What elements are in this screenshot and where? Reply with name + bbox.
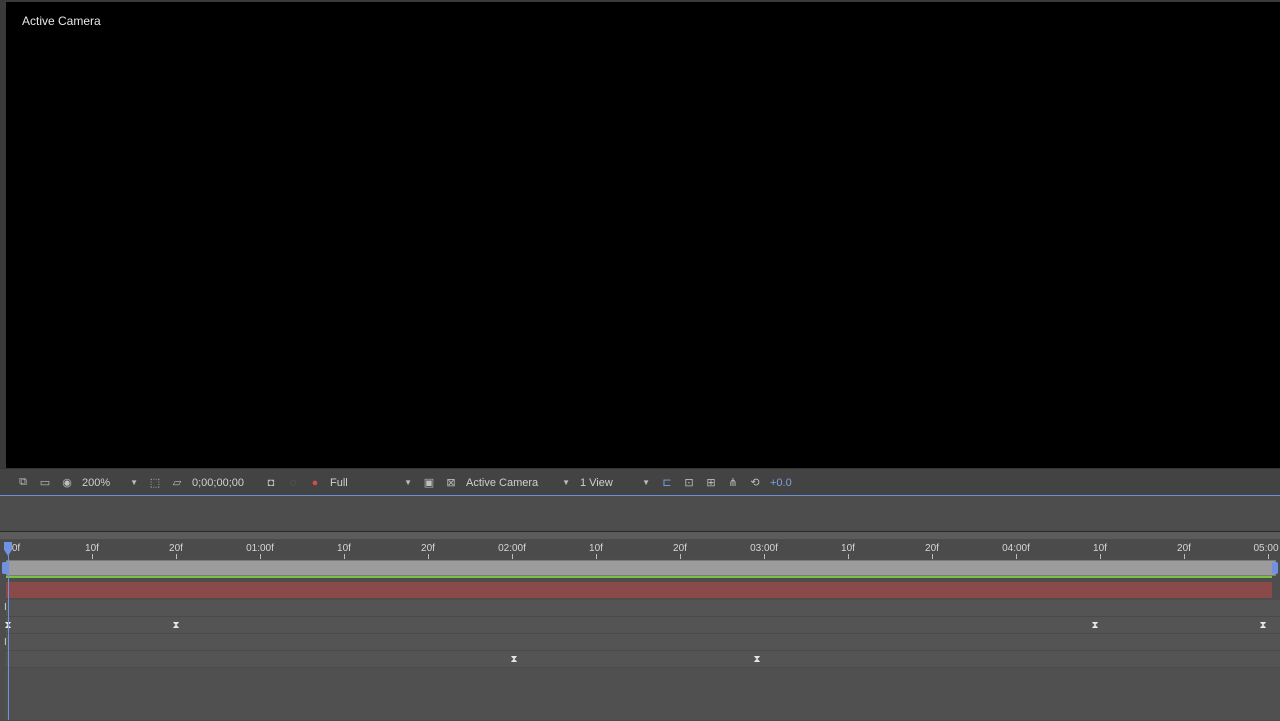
ruler-tick-mark xyxy=(764,554,765,559)
ruler-tick-label: 02:00f xyxy=(498,543,526,554)
layer-bar[interactable] xyxy=(6,582,1272,598)
ruler-tick-label: 10f xyxy=(85,543,99,554)
reset-exposure-icon[interactable]: ⟲ xyxy=(744,469,766,496)
composition-viewer: Active Camera xyxy=(0,0,1280,468)
viewer-toolbar: ⧉ ▭ ◉ 200% ▼ ⬚ ▱ 0;00;00;00 ◘ ◌ ● Full ▼… xyxy=(0,468,1280,496)
ruler-tick-label: 10f xyxy=(841,543,855,554)
work-area-end-handle[interactable] xyxy=(1272,562,1278,574)
fast-preview-icon[interactable]: ▣ xyxy=(418,469,440,496)
region-of-interest-icon[interactable]: ⬚ xyxy=(144,469,166,496)
ruler-tick-mark xyxy=(176,554,177,559)
ruler-tick-mark xyxy=(596,554,597,559)
zoom-dropdown[interactable]: 200% ▼ xyxy=(78,469,144,496)
chevron-down-icon: ▼ xyxy=(404,478,412,487)
comp-flowchart-icon[interactable]: ⊡ xyxy=(678,469,700,496)
view-layout-dropdown[interactable]: 1 View ▼ xyxy=(576,469,656,496)
ruler-tick-label: 0f xyxy=(11,543,21,554)
keyframe-icon[interactable]: ⧗ xyxy=(171,621,181,631)
ruler-tick-mark xyxy=(1016,554,1017,559)
ruler-tick-label: 10f xyxy=(1093,543,1107,554)
ruler-tick-label: 10f xyxy=(589,543,603,554)
resolution-dropdown[interactable]: Full ▼ xyxy=(326,469,418,496)
toggle-pixel-aspect-icon[interactable]: ⊠ xyxy=(440,469,462,496)
ruler-tick-label: 20f xyxy=(421,543,435,554)
resolution-value: Full xyxy=(330,476,348,489)
keyframe-icon[interactable]: ⧗ xyxy=(752,655,762,665)
ruler-tick-mark xyxy=(1100,554,1101,559)
flowchart-icon[interactable]: ⋔ xyxy=(722,469,744,496)
ruler-tick-mark xyxy=(260,554,261,559)
ruler-tick-label: 04:00f xyxy=(1002,543,1030,554)
ruler-tick-mark xyxy=(512,554,513,559)
ruler-tick-mark xyxy=(1184,554,1185,559)
ruler-tick-label: 03:00f xyxy=(750,543,778,554)
time-ruler[interactable]: 0f 10f 20f 01:00f 10f 20f 02:00f 10f 20f 03:00f 10… xyxy=(0,539,1280,559)
show-snapshot-icon[interactable]: ◌ xyxy=(282,469,304,496)
render-status-line xyxy=(6,576,1272,578)
mask-visibility-icon[interactable]: ◉ xyxy=(56,469,78,496)
view-layout-value: 1 View xyxy=(580,476,613,489)
monitor-icon[interactable]: ▭ xyxy=(34,469,56,496)
keyframe-marker-icon: I xyxy=(4,637,7,648)
property-track xyxy=(6,634,1280,651)
composition-duration-bar[interactable] xyxy=(6,560,1276,576)
ruler-tick-mark xyxy=(428,554,429,559)
property-track xyxy=(6,651,1280,668)
ruler-tick-label: 20f xyxy=(169,543,183,554)
ruler-tick-mark xyxy=(92,554,93,559)
current-time-display[interactable]: 0;00;00;00 xyxy=(188,469,260,496)
ruler-tick-label: 20f xyxy=(925,543,939,554)
ruler-tick-mark xyxy=(932,554,933,559)
property-track xyxy=(6,617,1280,634)
color-channels-icon[interactable]: ● xyxy=(304,469,326,496)
property-track xyxy=(6,600,1280,617)
keyframe-icon[interactable]: ⧗ xyxy=(1090,621,1100,631)
timeline-panel: 0f 10f 20f 01:00f 10f 20f 02:00f 10f 20f 03:00f 10… xyxy=(0,496,1280,721)
chevron-down-icon: ▼ xyxy=(130,478,138,487)
zoom-value: 200% xyxy=(82,476,111,489)
composition-canvas[interactable]: Active Camera xyxy=(6,2,1280,468)
exposure-value[interactable]: +0.0 xyxy=(766,469,796,496)
ruler-tick-label: 10f xyxy=(337,543,351,554)
ruler-tick-mark xyxy=(1268,554,1269,559)
ruler-tick-label: 05:00 xyxy=(1253,543,1279,554)
snapshot-camera-icon[interactable]: ◘ xyxy=(260,469,282,496)
ruler-tick-mark xyxy=(344,554,345,559)
keyframe-icon[interactable]: ⧗ xyxy=(1258,621,1268,631)
camera-value: Active Camera xyxy=(466,476,539,489)
keyframe-marker-icon: I xyxy=(4,602,7,613)
ruler-tick-mark xyxy=(680,554,681,559)
current-time-indicator-line xyxy=(8,554,9,720)
render-icon[interactable]: ⊞ xyxy=(700,469,722,496)
keyframe-icon[interactable]: ⧗ xyxy=(509,655,519,665)
ruler-tick-label: 20f xyxy=(673,543,687,554)
always-preview-icon[interactable]: ⧉ xyxy=(12,469,34,496)
camera-dropdown[interactable]: Active Camera ▼ xyxy=(462,469,576,496)
timeline-icon[interactable]: ⊏ xyxy=(656,469,678,496)
chevron-down-icon: ▼ xyxy=(562,478,570,487)
ruler-tick-mark xyxy=(848,554,849,559)
chevron-down-icon: ▼ xyxy=(642,478,650,487)
transparency-grid-icon[interactable]: ▱ xyxy=(166,469,188,496)
viewer-camera-label: Active Camera xyxy=(22,14,101,28)
ruler-tick-label: 20f xyxy=(1177,543,1191,554)
ruler-tick-label: 01:00f xyxy=(246,543,274,554)
property-track xyxy=(6,668,1280,721)
